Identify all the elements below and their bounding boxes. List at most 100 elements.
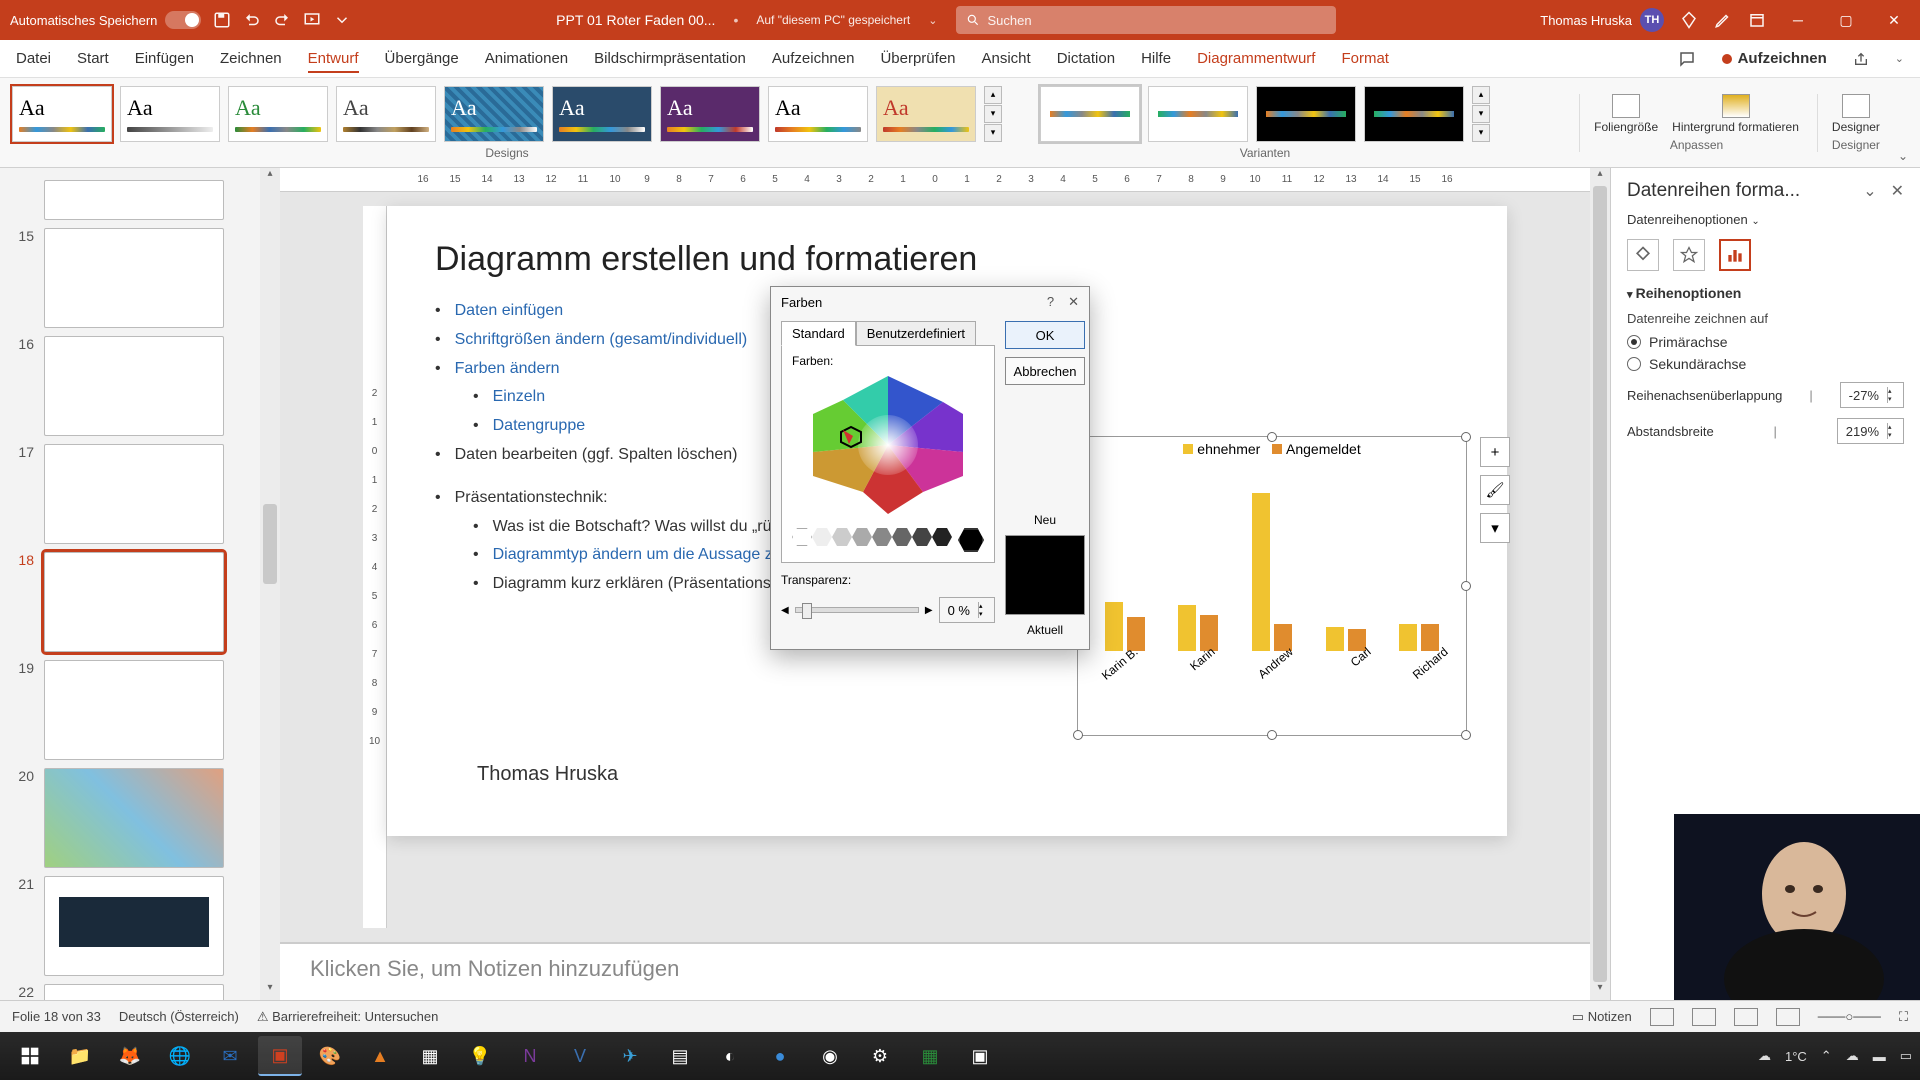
color-hexagon[interactable]: [803, 372, 973, 518]
share-icon[interactable]: [1853, 51, 1869, 67]
app4-icon[interactable]: ▤: [658, 1036, 702, 1076]
outlook-icon[interactable]: ✉: [208, 1036, 252, 1076]
excel-icon[interactable]: ▦: [908, 1036, 952, 1076]
notes-area[interactable]: Klicken Sie, um Notizen hinzuzufügen: [280, 942, 1590, 1000]
gap-input[interactable]: 219%▴▾: [1837, 418, 1904, 444]
vlc-icon[interactable]: ▲: [358, 1036, 402, 1076]
pane-dropdown-icon[interactable]: ⌄: [1863, 181, 1876, 201]
tab-ueberpruefen[interactable]: Überprüfen: [880, 50, 955, 67]
battery-icon[interactable]: ▬: [1873, 1049, 1886, 1064]
thumbs-scrollbar[interactable]: ▴▾: [260, 168, 280, 1000]
document-name[interactable]: PPT 01 Roter Faden 00...: [556, 12, 715, 28]
series-options-section[interactable]: Reihenoptionen: [1627, 285, 1904, 301]
start-icon[interactable]: [8, 1036, 52, 1076]
minimize-button[interactable]: ─: [1782, 12, 1814, 28]
accessibility-status[interactable]: ⚠ Barrierefreiheit: Untersuchen: [257, 1009, 438, 1025]
slide-title[interactable]: Diagramm erstellen und formatieren: [435, 240, 1459, 279]
scroll-down-icon[interactable]: ▾: [984, 105, 1002, 123]
tab-bildschirmpraesentation[interactable]: Bildschirmpräsentation: [594, 50, 746, 67]
overlap-input[interactable]: -27%▴▾: [1840, 382, 1904, 408]
dialog-help-icon[interactable]: ?: [1047, 294, 1054, 310]
search-box[interactable]: [956, 6, 1336, 34]
onedrive-icon[interactable]: ☁: [1846, 1048, 1859, 1064]
close-button[interactable]: ✕: [1878, 12, 1910, 29]
tab-dictation[interactable]: Dictation: [1057, 50, 1115, 67]
dropdown-icon[interactable]: [333, 11, 351, 29]
app6-icon[interactable]: ●: [758, 1036, 802, 1076]
slide-thumbnails[interactable]: 15 16 17 18 19 20 21 22 23 24: [0, 168, 260, 1000]
chevron-down-icon[interactable]: ⌄: [1895, 52, 1904, 65]
chart-brush-icon[interactable]: 🖌: [1480, 475, 1510, 505]
search-input[interactable]: [988, 13, 1326, 28]
app7-icon[interactable]: ◉: [808, 1036, 852, 1076]
settings-icon[interactable]: ⚙: [858, 1036, 902, 1076]
network-icon[interactable]: ▭: [1900, 1048, 1912, 1064]
tray-expand-icon[interactable]: ⌃: [1821, 1048, 1832, 1064]
formatbg-button[interactable]: Hintergrund formatieren: [1672, 94, 1799, 134]
variants-gallery[interactable]: ▴▾▾: [1040, 86, 1490, 142]
tab-format[interactable]: Format: [1341, 50, 1389, 67]
transparency-slider[interactable]: [795, 607, 919, 613]
cancel-button[interactable]: Abbrechen: [1005, 357, 1085, 385]
dialog-close-icon[interactable]: ✕: [1068, 294, 1079, 310]
transparency-input[interactable]: 0 %▴▾: [939, 597, 995, 623]
primary-axis-radio[interactable]: Primärachse: [1627, 334, 1904, 350]
onenote-icon[interactable]: N: [508, 1036, 552, 1076]
language-status[interactable]: Deutsch (Österreich): [119, 1009, 239, 1024]
tab-hilfe[interactable]: Hilfe: [1141, 50, 1171, 67]
designs-gallery[interactable]: Aa Aa Aa Aa Aa Aa Aa Aa Aa ▴▾▾: [12, 86, 1002, 142]
tab-einfuegen[interactable]: Einfügen: [135, 50, 194, 67]
tab-diagrammentwurf[interactable]: Diagrammentwurf: [1197, 50, 1315, 67]
chart-filter-icon[interactable]: ▾: [1480, 513, 1510, 543]
weather-icon[interactable]: ☁: [1758, 1048, 1771, 1064]
more-icon[interactable]: ▾: [984, 124, 1002, 142]
ok-button[interactable]: OK: [1005, 321, 1085, 349]
trans-right-icon[interactable]: ▶: [925, 605, 933, 616]
chrome-icon[interactable]: 🌐: [158, 1036, 202, 1076]
main-scrollbar[interactable]: ▴▾: [1590, 168, 1610, 1000]
slideshow-icon[interactable]: [303, 11, 321, 29]
temperature[interactable]: 1°C: [1785, 1049, 1807, 1064]
tab-datei[interactable]: Datei: [16, 50, 51, 67]
visio-icon[interactable]: V: [558, 1036, 602, 1076]
comments-icon[interactable]: [1678, 50, 1696, 68]
grayscale-row[interactable]: [792, 528, 984, 552]
user-account[interactable]: Thomas Hruska TH: [1540, 8, 1664, 32]
diamond-icon[interactable]: [1680, 11, 1698, 29]
save-icon[interactable]: [213, 11, 231, 29]
designer-button[interactable]: Designer: [1832, 94, 1880, 134]
explorer-icon[interactable]: 📁: [58, 1036, 102, 1076]
tab-animationen[interactable]: Animationen: [485, 50, 568, 67]
thumb-18[interactable]: [44, 552, 224, 652]
powerpoint-icon[interactable]: ▣: [258, 1036, 302, 1076]
notes-button[interactable]: ▭ Notizen: [1572, 1009, 1632, 1025]
app5-icon[interactable]: ◐: [708, 1036, 752, 1076]
chart-plus-icon[interactable]: +: [1480, 437, 1510, 467]
record-button[interactable]: Aufzeichnen: [1722, 50, 1827, 67]
series-icon[interactable]: [1719, 239, 1751, 271]
scroll-up-icon[interactable]: ▴: [984, 86, 1002, 104]
tab-start[interactable]: Start: [77, 50, 109, 67]
slideshow-view-icon[interactable]: [1776, 1008, 1800, 1026]
trans-left-icon[interactable]: ◀: [781, 605, 789, 616]
sorter-view-icon[interactable]: [1692, 1008, 1716, 1026]
firefox-icon[interactable]: 🦊: [108, 1036, 152, 1076]
app8-icon[interactable]: ▣: [958, 1036, 1002, 1076]
secondary-axis-radio[interactable]: Sekundärachse: [1627, 356, 1904, 372]
tab-aufzeichnen[interactable]: Aufzeichnen: [772, 50, 855, 67]
app2-icon[interactable]: ▦: [408, 1036, 452, 1076]
normal-view-icon[interactable]: [1650, 1008, 1674, 1026]
app3-icon[interactable]: 💡: [458, 1036, 502, 1076]
pane-close-icon[interactable]: ✕: [1891, 181, 1904, 201]
autosave-toggle[interactable]: [165, 11, 201, 29]
effects-icon[interactable]: [1673, 239, 1705, 271]
tab-uebergaenge[interactable]: Übergänge: [385, 50, 459, 67]
tab-zeichnen[interactable]: Zeichnen: [220, 50, 282, 67]
slidesize-button[interactable]: Foliengröße: [1594, 94, 1658, 134]
thumb-19[interactable]: [44, 660, 224, 760]
redo-icon[interactable]: [273, 11, 291, 29]
tab-custom[interactable]: Benutzerdefiniert: [856, 321, 976, 346]
maximize-button[interactable]: ▢: [1830, 12, 1862, 29]
pen-icon[interactable]: [1714, 11, 1732, 29]
format-pane-subtitle[interactable]: Datenreihenoptionen ⌄: [1627, 212, 1904, 227]
